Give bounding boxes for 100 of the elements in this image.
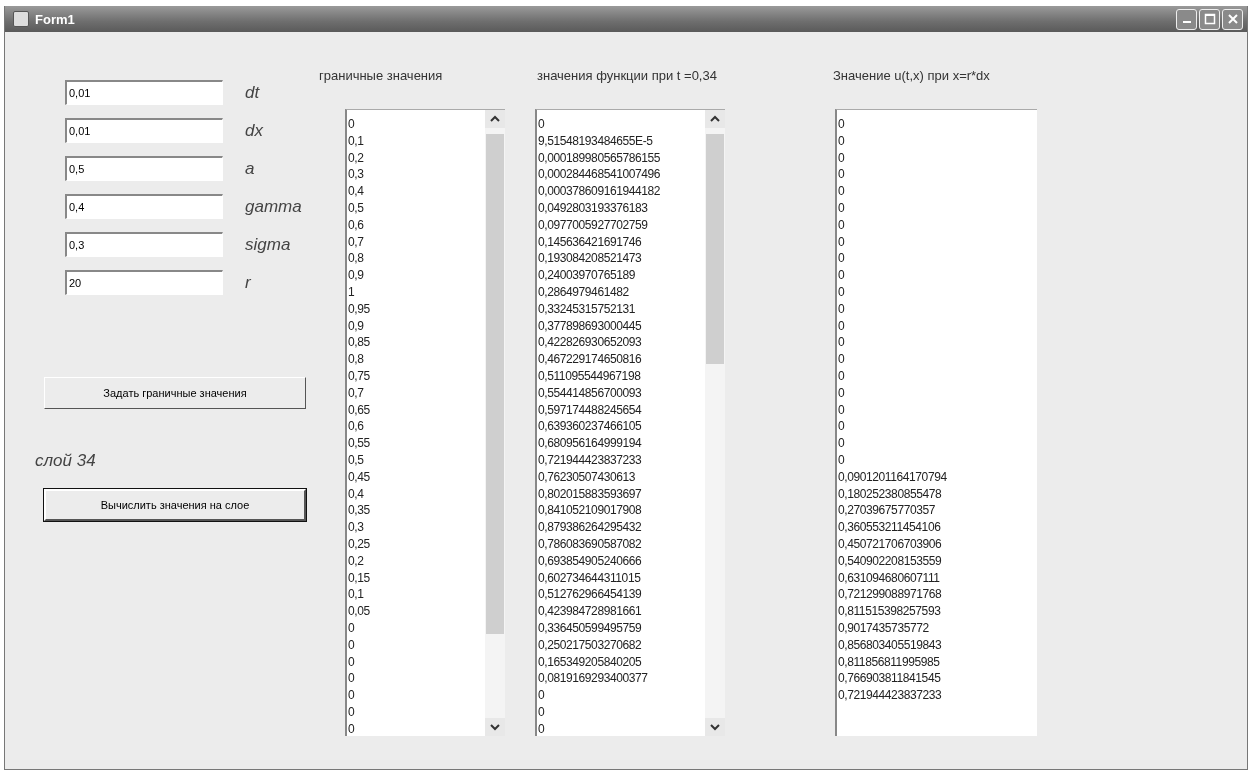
list-item[interactable]: 0: [837, 183, 1037, 200]
list-item[interactable]: 0,75: [347, 367, 485, 385]
list-item[interactable]: 0,180252380855478: [837, 485, 1037, 503]
list-box[interactable]: [835, 109, 1037, 736]
list-item[interactable]: 0,5: [347, 451, 485, 469]
list-item[interactable]: 0: [837, 367, 1037, 385]
list-item[interactable]: 0,467229174650816: [537, 351, 705, 368]
list-item[interactable]: 0: [347, 653, 485, 671]
scroll-down-icon[interactable]: [485, 718, 505, 736]
list-item[interactable]: 0,27039675770357: [837, 502, 1037, 520]
list-item[interactable]: 0: [837, 216, 1037, 234]
list-item[interactable]: 0,377898693000445: [537, 317, 705, 335]
maximize-button[interactable]: [1199, 8, 1220, 30]
list-item[interactable]: 0,423984728981661: [537, 603, 705, 620]
list-item[interactable]: 0,8: [347, 351, 485, 368]
list-item[interactable]: 0,721944423837233: [837, 687, 1037, 704]
list-item[interactable]: 0: [347, 636, 485, 654]
input-field[interactable]: 20: [65, 270, 223, 295]
list-item[interactable]: 0,3: [347, 519, 485, 536]
list-item[interactable]: 0,602734644311015: [537, 569, 705, 587]
list-item[interactable]: 0: [837, 132, 1037, 150]
list-item[interactable]: 0: [837, 418, 1037, 436]
list-item[interactable]: 0: [837, 401, 1037, 419]
list-item[interactable]: 0: [837, 300, 1037, 318]
list-item[interactable]: 0,680956164999194: [537, 435, 705, 452]
list-item[interactable]: 0,45: [347, 468, 485, 486]
list-item[interactable]: 0,55: [347, 435, 485, 452]
scroll-thumb[interactable]: [486, 134, 504, 634]
list-item[interactable]: 0,766903811841545: [837, 670, 1037, 688]
action-button[interactable]: Задать граничные значения: [44, 377, 306, 409]
list-item[interactable]: 0,65: [347, 401, 485, 419]
list-item[interactable]: 0,811856811995985: [837, 653, 1037, 671]
list-item[interactable]: 0,4: [347, 485, 485, 503]
scroll-up-icon[interactable]: [485, 110, 505, 128]
list-item[interactable]: 0: [837, 166, 1037, 184]
list-item[interactable]: 0,841052109017908: [537, 502, 705, 520]
list-item[interactable]: 0,8: [347, 250, 485, 268]
list-item[interactable]: 0,9: [347, 267, 485, 284]
list-item[interactable]: 0: [837, 149, 1037, 167]
list-item[interactable]: 0: [837, 267, 1037, 284]
list-item[interactable]: 0,4: [347, 183, 485, 200]
list-item[interactable]: 0,9: [347, 317, 485, 335]
list-item[interactable]: 0,721944423837233: [537, 451, 705, 469]
list-item[interactable]: 0,000284468541007496: [537, 166, 705, 184]
list-item[interactable]: 0,76230507430613: [537, 468, 705, 486]
list-item[interactable]: 0,165349205840205: [537, 653, 705, 671]
list-item[interactable]: 0: [347, 116, 485, 133]
action-button[interactable]: Вычислить значения на слое: [44, 489, 306, 521]
list-item[interactable]: 0: [837, 200, 1037, 217]
scrollbar[interactable]: [705, 110, 725, 736]
list-item[interactable]: 0: [837, 250, 1037, 268]
list-item[interactable]: 0: [837, 451, 1037, 469]
list-item[interactable]: 0: [837, 233, 1037, 251]
list-item[interactable]: 0,85: [347, 334, 485, 352]
list-item[interactable]: 0,879386264295432: [537, 519, 705, 536]
list-item[interactable]: 0,35: [347, 502, 485, 520]
list-item[interactable]: 0,33245315752131: [537, 300, 705, 318]
list-item[interactable]: 0,1: [347, 132, 485, 150]
list-item[interactable]: 0,0977005927702759: [537, 216, 705, 234]
list-item[interactable]: 0,786083690587082: [537, 535, 705, 553]
input-field[interactable]: 0,01: [65, 118, 223, 143]
input-field[interactable]: 0,4: [65, 194, 223, 219]
list-item[interactable]: 0: [837, 283, 1037, 301]
list-item[interactable]: 0: [347, 619, 485, 637]
list-item[interactable]: 0: [347, 687, 485, 704]
list-item[interactable]: 0,2: [347, 552, 485, 570]
list-item[interactable]: 0,597174488245654: [537, 401, 705, 419]
list-item[interactable]: 0,95: [347, 300, 485, 318]
list-box[interactable]: 0 0,1 0,2 0,3 0,4 0,5 0,6 0,7 0,8 0,9 1 0,95 0,9 0,85 0,8 0,75 0,7 0,65 0,6 0,55 0,5 0,45 0,4 0,35 0,3 0,25 0,2 0,15 0,1 0,05 0 0 0 0 0 0 0: [345, 109, 505, 736]
list-item[interactable]: 0,512762966454139: [537, 586, 705, 604]
list-item[interactable]: 0,2864979461482: [537, 283, 705, 301]
list-item[interactable]: 0,5: [347, 200, 485, 217]
list-item[interactable]: 0,639360237466105: [537, 418, 705, 436]
list-item[interactable]: 0: [347, 720, 485, 736]
list-item[interactable]: 0,721299088971768: [837, 586, 1037, 604]
list-item[interactable]: 0,2: [347, 149, 485, 167]
list-box[interactable]: [535, 109, 725, 736]
list-item[interactable]: 0,336450599495759: [537, 619, 705, 637]
list-item[interactable]: 0,000189980565786155: [537, 149, 705, 167]
list-item[interactable]: 0,631094680607111: [837, 569, 1037, 587]
list-item[interactable]: 0,193084208521473: [537, 250, 705, 268]
scroll-thumb[interactable]: [706, 134, 724, 364]
close-button[interactable]: [1222, 8, 1243, 30]
list-item[interactable]: 0: [347, 703, 485, 721]
list-item[interactable]: 0: [537, 116, 705, 133]
list-item[interactable]: 0,3: [347, 166, 485, 184]
scroll-down-icon[interactable]: [705, 718, 725, 736]
list-item[interactable]: 0: [837, 435, 1037, 452]
list-item[interactable]: 0,511095544967198: [537, 367, 705, 385]
list-item[interactable]: 0,693854905240666: [537, 552, 705, 570]
list-item[interactable]: 0,811515398257593: [837, 603, 1037, 620]
list-item[interactable]: 0: [537, 687, 705, 704]
list-item[interactable]: 0,6: [347, 418, 485, 436]
list-item[interactable]: 9,51548193484655E-5: [537, 132, 705, 150]
list-item[interactable]: 0,540902208153559: [837, 552, 1037, 570]
input-field[interactable]: 0,5: [65, 156, 223, 181]
list-item[interactable]: 0,856803405519843: [837, 636, 1037, 654]
input-field[interactable]: 0,01: [65, 80, 223, 105]
list-item[interactable]: 0,250217503270682: [537, 636, 705, 654]
list-item[interactable]: 0,0492803193376183: [537, 200, 705, 217]
